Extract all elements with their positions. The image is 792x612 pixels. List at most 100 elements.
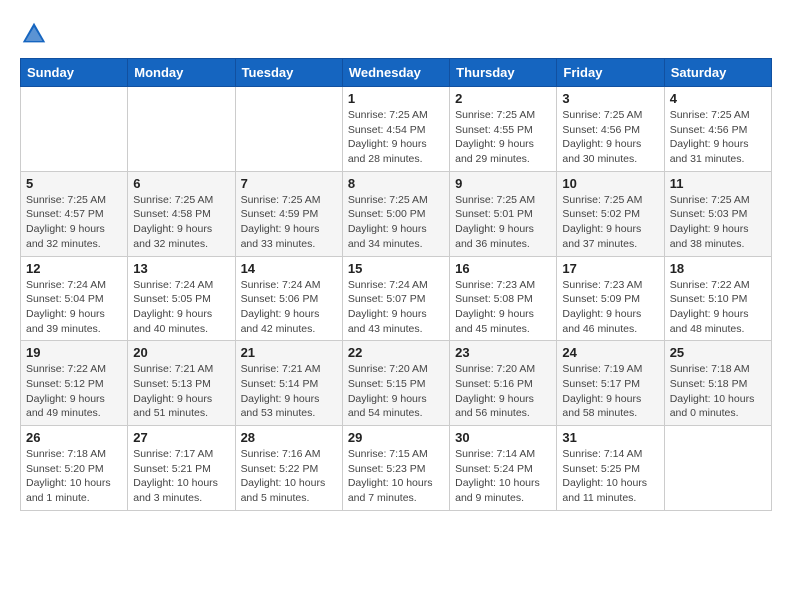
week-row-2: 5 Sunrise: 7:25 AM Sunset: 4:57 PM Daylig… bbox=[21, 171, 772, 256]
day-cell: 15Sunrise: 7:24 AM Sunset: 5:07 PM Dayli… bbox=[342, 256, 449, 341]
week-row-1: 1 Sunrise: 7:25 AM Sunset: 4:54 PM Daylig… bbox=[21, 87, 772, 172]
day-info: Sunrise: 7:22 AM Sunset: 5:12 PM Dayligh… bbox=[26, 362, 122, 421]
day-number: 21 bbox=[241, 345, 337, 360]
day-info: Sunrise: 7:23 AM Sunset: 5:09 PM Dayligh… bbox=[562, 278, 658, 337]
day-info: Sunrise: 7:17 AM Sunset: 5:21 PM Dayligh… bbox=[133, 447, 229, 506]
day-info: Sunrise: 7:25 AM Sunset: 5:02 PM Dayligh… bbox=[562, 193, 658, 252]
day-info: Sunrise: 7:14 AM Sunset: 5:25 PM Dayligh… bbox=[562, 447, 658, 506]
day-number: 24 bbox=[562, 345, 658, 360]
day-info: Sunrise: 7:25 AM Sunset: 4:57 PM Dayligh… bbox=[26, 193, 122, 252]
day-info: Sunrise: 7:25 AM Sunset: 4:54 PM Dayligh… bbox=[348, 108, 444, 167]
day-cell bbox=[664, 426, 771, 511]
day-number: 29 bbox=[348, 430, 444, 445]
day-info: Sunrise: 7:25 AM Sunset: 4:59 PM Dayligh… bbox=[241, 193, 337, 252]
day-number: 17 bbox=[562, 261, 658, 276]
day-number: 9 bbox=[455, 176, 551, 191]
day-info: Sunrise: 7:18 AM Sunset: 5:18 PM Dayligh… bbox=[670, 362, 766, 421]
day-cell bbox=[235, 87, 342, 172]
day-cell: 29 Sunrise: 7:15 AM Sunset: 5:23 PM Dayli… bbox=[342, 426, 449, 511]
day-cell: 28Sunrise: 7:16 AM Sunset: 5:22 PM Dayli… bbox=[235, 426, 342, 511]
weekday-sunday: Sunday bbox=[21, 59, 128, 87]
day-cell: 27 Sunrise: 7:17 AM Sunset: 5:21 PM Dayli… bbox=[128, 426, 235, 511]
weekday-monday: Monday bbox=[128, 59, 235, 87]
day-info: Sunrise: 7:21 AM Sunset: 5:13 PM Dayligh… bbox=[133, 362, 229, 421]
day-info: Sunrise: 7:25 AM Sunset: 4:56 PM Dayligh… bbox=[670, 108, 766, 167]
week-row-4: 19 Sunrise: 7:22 AM Sunset: 5:12 PM Dayli… bbox=[21, 341, 772, 426]
day-number: 10 bbox=[562, 176, 658, 191]
day-number: 20 bbox=[133, 345, 229, 360]
day-info: Sunrise: 7:25 AM Sunset: 5:00 PM Dayligh… bbox=[348, 193, 444, 252]
day-number: 30 bbox=[455, 430, 551, 445]
day-cell: 16 Sunrise: 7:23 AM Sunset: 5:08 PM Dayli… bbox=[450, 256, 557, 341]
day-info: Sunrise: 7:20 AM Sunset: 5:15 PM Dayligh… bbox=[348, 362, 444, 421]
day-info: Sunrise: 7:21 AM Sunset: 5:14 PM Dayligh… bbox=[241, 362, 337, 421]
day-info: Sunrise: 7:14 AM Sunset: 5:24 PM Dayligh… bbox=[455, 447, 551, 506]
day-info: Sunrise: 7:20 AM Sunset: 5:16 PM Dayligh… bbox=[455, 362, 551, 421]
day-number: 5 bbox=[26, 176, 122, 191]
day-number: 27 bbox=[133, 430, 229, 445]
day-cell: 31Sunrise: 7:14 AM Sunset: 5:25 PM Dayli… bbox=[557, 426, 664, 511]
day-number: 4 bbox=[670, 91, 766, 106]
day-number: 18 bbox=[670, 261, 766, 276]
day-number: 22 bbox=[348, 345, 444, 360]
logo-icon bbox=[20, 20, 48, 48]
day-cell: 30 Sunrise: 7:14 AM Sunset: 5:24 PM Dayli… bbox=[450, 426, 557, 511]
day-info: Sunrise: 7:25 AM Sunset: 5:03 PM Dayligh… bbox=[670, 193, 766, 252]
day-cell: 21 Sunrise: 7:21 AM Sunset: 5:14 PM Dayli… bbox=[235, 341, 342, 426]
day-info: Sunrise: 7:22 AM Sunset: 5:10 PM Dayligh… bbox=[670, 278, 766, 337]
day-cell: 11Sunrise: 7:25 AM Sunset: 5:03 PM Dayli… bbox=[664, 171, 771, 256]
day-number: 2 bbox=[455, 91, 551, 106]
day-number: 7 bbox=[241, 176, 337, 191]
day-number: 14 bbox=[241, 261, 337, 276]
day-cell: 25 Sunrise: 7:18 AM Sunset: 5:18 PM Dayli… bbox=[664, 341, 771, 426]
day-info: Sunrise: 7:24 AM Sunset: 5:05 PM Dayligh… bbox=[133, 278, 229, 337]
weekday-thursday: Thursday bbox=[450, 59, 557, 87]
day-cell: 18 Sunrise: 7:22 AM Sunset: 5:10 PM Dayli… bbox=[664, 256, 771, 341]
weekday-saturday: Saturday bbox=[664, 59, 771, 87]
header bbox=[20, 20, 772, 48]
day-cell: 8 Sunrise: 7:25 AM Sunset: 5:00 PM Daylig… bbox=[342, 171, 449, 256]
day-cell: 7 Sunrise: 7:25 AM Sunset: 4:59 PM Daylig… bbox=[235, 171, 342, 256]
day-info: Sunrise: 7:24 AM Sunset: 5:06 PM Dayligh… bbox=[241, 278, 337, 337]
day-cell: 20 Sunrise: 7:21 AM Sunset: 5:13 PM Dayli… bbox=[128, 341, 235, 426]
day-number: 16 bbox=[455, 261, 551, 276]
day-number: 25 bbox=[670, 345, 766, 360]
day-cell: 9 Sunrise: 7:25 AM Sunset: 5:01 PM Daylig… bbox=[450, 171, 557, 256]
day-number: 19 bbox=[26, 345, 122, 360]
day-cell bbox=[128, 87, 235, 172]
day-cell: 22 Sunrise: 7:20 AM Sunset: 5:15 PM Dayli… bbox=[342, 341, 449, 426]
day-number: 8 bbox=[348, 176, 444, 191]
day-number: 1 bbox=[348, 91, 444, 106]
day-info: Sunrise: 7:25 AM Sunset: 5:01 PM Dayligh… bbox=[455, 193, 551, 252]
logo bbox=[20, 20, 52, 48]
day-cell: 19 Sunrise: 7:22 AM Sunset: 5:12 PM Dayli… bbox=[21, 341, 128, 426]
day-number: 23 bbox=[455, 345, 551, 360]
day-cell: 14 Sunrise: 7:24 AM Sunset: 5:06 PM Dayli… bbox=[235, 256, 342, 341]
day-info: Sunrise: 7:23 AM Sunset: 5:08 PM Dayligh… bbox=[455, 278, 551, 337]
calendar-table: SundayMondayTuesdayWednesdayThursdayFrid… bbox=[20, 58, 772, 511]
day-number: 13 bbox=[133, 261, 229, 276]
day-number: 12 bbox=[26, 261, 122, 276]
day-cell: 6 Sunrise: 7:25 AM Sunset: 4:58 PM Daylig… bbox=[128, 171, 235, 256]
day-number: 26 bbox=[26, 430, 122, 445]
day-cell: 13 Sunrise: 7:24 AM Sunset: 5:05 PM Dayli… bbox=[128, 256, 235, 341]
weekday-tuesday: Tuesday bbox=[235, 59, 342, 87]
day-cell: 3Sunrise: 7:25 AM Sunset: 4:56 PM Daylig… bbox=[557, 87, 664, 172]
day-info: Sunrise: 7:24 AM Sunset: 5:07 PM Dayligh… bbox=[348, 278, 444, 337]
week-row-3: 12Sunrise: 7:24 AM Sunset: 5:04 PM Dayli… bbox=[21, 256, 772, 341]
day-cell: 5 Sunrise: 7:25 AM Sunset: 4:57 PM Daylig… bbox=[21, 171, 128, 256]
day-number: 3 bbox=[562, 91, 658, 106]
day-info: Sunrise: 7:18 AM Sunset: 5:20 PM Dayligh… bbox=[26, 447, 122, 506]
day-info: Sunrise: 7:19 AM Sunset: 5:17 PM Dayligh… bbox=[562, 362, 658, 421]
week-row-5: 26 Sunrise: 7:18 AM Sunset: 5:20 PM Dayli… bbox=[21, 426, 772, 511]
day-cell: 17 Sunrise: 7:23 AM Sunset: 5:09 PM Dayli… bbox=[557, 256, 664, 341]
day-cell: 26 Sunrise: 7:18 AM Sunset: 5:20 PM Dayli… bbox=[21, 426, 128, 511]
day-cell: 12Sunrise: 7:24 AM Sunset: 5:04 PM Dayli… bbox=[21, 256, 128, 341]
day-cell: 4 Sunrise: 7:25 AM Sunset: 4:56 PM Daylig… bbox=[664, 87, 771, 172]
day-info: Sunrise: 7:16 AM Sunset: 5:22 PM Dayligh… bbox=[241, 447, 337, 506]
day-info: Sunrise: 7:25 AM Sunset: 4:58 PM Dayligh… bbox=[133, 193, 229, 252]
day-cell: 23 Sunrise: 7:20 AM Sunset: 5:16 PM Dayli… bbox=[450, 341, 557, 426]
day-number: 6 bbox=[133, 176, 229, 191]
day-info: Sunrise: 7:15 AM Sunset: 5:23 PM Dayligh… bbox=[348, 447, 444, 506]
page: SundayMondayTuesdayWednesdayThursdayFrid… bbox=[0, 0, 792, 521]
